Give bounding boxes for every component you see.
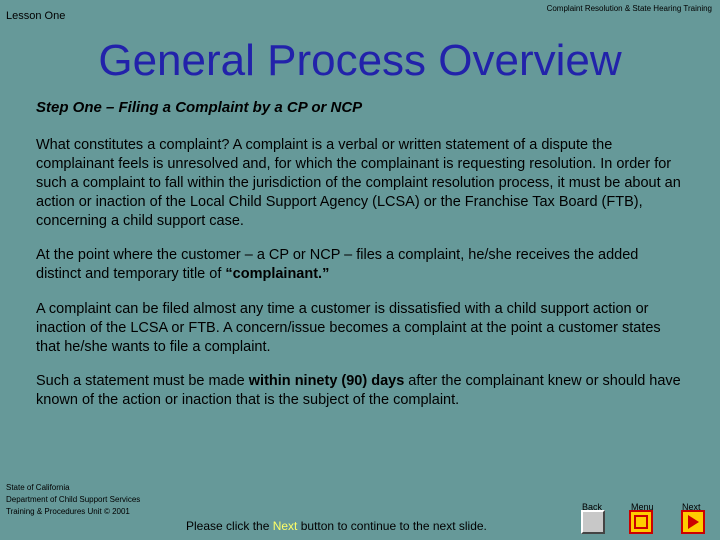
footer-unit: Training & Procedures Unit © 2001 [6,507,130,516]
course-title: Complaint Resolution & State Hearing Tra… [546,4,712,13]
deadline-term: within ninety (90) days [248,373,405,389]
continue-text-b: button to continue to the next slide. [297,519,487,533]
back-button[interactable] [581,510,605,534]
menu-icon [634,515,648,529]
paragraph-complainant-text: At the point where the customer – a CP o… [36,247,639,282]
continue-instruction: Please click the Next button to continue… [186,519,487,533]
complainant-term: “complainant.” [225,266,330,282]
paragraph-definition: What constitutes a complaint? A complain… [36,137,681,229]
step-heading: Step One – Filing a Complaint by a CP or… [36,99,363,116]
footer-credits: State of California Department of Child … [6,482,156,518]
paragraph-deadline-text-a: Such a statement must be made [36,373,249,389]
paragraph-complainant: At the point where the customer – a CP o… [36,246,686,284]
footer-department: Department of Child Support Services [6,495,141,504]
continue-text-a: Please click the [186,519,273,533]
paragraph-deadline: Such a statement must be made within nin… [36,372,686,410]
next-highlight: Next [272,519,298,533]
menu-button[interactable] [629,510,653,534]
footer-state: State of California [6,483,70,492]
paragraph-filing: A complaint can be filed almost any time… [36,301,661,355]
next-arrow-icon [688,515,699,529]
page-title: General Process Overview [98,36,622,85]
next-button[interactable] [681,510,705,534]
lesson-label: Lesson One [6,10,66,22]
